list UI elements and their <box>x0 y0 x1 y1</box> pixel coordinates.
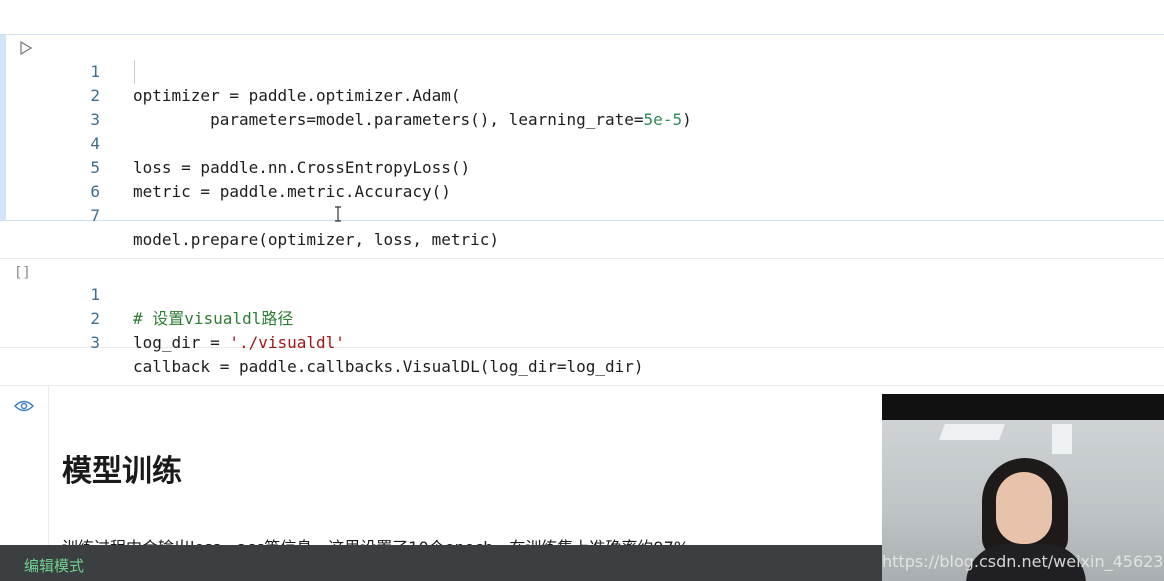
ceiling-light <box>939 424 1005 440</box>
watermark: https://blog.csdn.net/weixin_45623093 <box>882 552 1164 571</box>
code-segment: log_dir = <box>133 333 230 352</box>
code-text[interactable]: log_dir = './visualdl' <box>133 331 345 355</box>
code-text[interactable]: model.prepare(optimizer, loss, metric) <box>133 228 499 252</box>
markdown-heading: 模型训练 <box>62 454 182 489</box>
code-line: 4 loss = paddle.nn.CrossEntropyLoss() <box>0 108 1164 177</box>
cell-gutter <box>0 386 49 546</box>
code-line: 1 optimizer = paddle.optimizer.Adam( <box>0 36 1164 105</box>
code-line: 1 # 设置visualdl路径 <box>0 259 1164 328</box>
presenter-face <box>996 472 1052 544</box>
string-literal: './visualdl' <box>229 333 345 352</box>
line-number: 7 <box>90 206 100 225</box>
line-number: 3 <box>90 333 100 352</box>
code-line: 3 <box>0 84 1164 129</box>
code-line: 2 parameters=model.parameters(), learnin… <box>0 60 1164 129</box>
code-line: 6 <box>0 156 1164 201</box>
code-line: 3 callback = paddle.callbacks.VisualDL(l… <box>0 307 1164 376</box>
eye-icon[interactable] <box>14 400 34 412</box>
ceiling-light <box>1052 424 1072 454</box>
text-cursor-icon <box>335 206 341 222</box>
edit-mode-indicator: 编辑模式 <box>24 557 85 575</box>
code-line: 7 model.prepare(optimizer, loss, metric) <box>0 180 1164 249</box>
code-line: 2 log_dir = './visualdl' <box>0 283 1164 352</box>
code-line: 5 metric = paddle.metric.Accuracy() <box>0 132 1164 201</box>
code-text[interactable]: callback = paddle.callbacks.VisualDL(log… <box>133 355 644 379</box>
